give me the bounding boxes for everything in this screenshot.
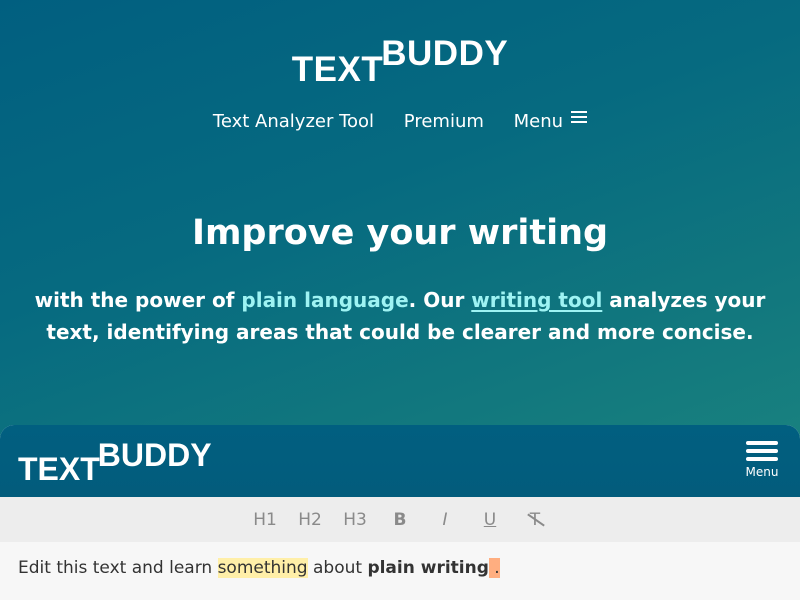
editor-text: about — [307, 558, 368, 578]
site-logo[interactable]: TEXTBUDDY — [0, 34, 800, 89]
format-toolbar: H1 H2 H3 B I U T — [0, 497, 800, 542]
app-logo-buddy: BUDDY — [97, 437, 212, 473]
writing-tool-link[interactable]: writing tool — [471, 288, 602, 312]
heading1-button[interactable]: H1 — [243, 510, 288, 530]
clear-format-button[interactable]: T — [513, 510, 558, 530]
italic-button[interactable]: I — [423, 510, 468, 530]
app-header: TEXTBUDDY Menu — [0, 425, 800, 497]
nav-premium[interactable]: Premium — [404, 111, 484, 132]
hero-sub-text: . Our — [408, 288, 472, 312]
editor-content[interactable]: Edit this text and learn something about… — [0, 542, 800, 594]
hero-sub-text: with the power of — [34, 288, 242, 312]
bold-button[interactable]: B — [378, 510, 423, 530]
flagged-punctuation[interactable]: . — [488, 558, 500, 578]
site-header: TEXTBUDDY Text Analyzer Tool Premium Men… — [0, 0, 800, 160]
hero-subtitle: with the power of plain language. Our wr… — [30, 284, 770, 348]
plain-language-highlight: plain language — [241, 288, 409, 312]
nav-text-analyzer-tool[interactable]: Text Analyzer Tool — [213, 111, 374, 132]
heading3-button[interactable]: H3 — [333, 510, 378, 530]
hero-title: Improve your writing — [191, 213, 609, 253]
app-logo-text: TEXT — [18, 451, 100, 487]
highlighted-word[interactable]: something — [217, 558, 308, 578]
app-logo[interactable]: TEXTBUDDY — [18, 437, 212, 487]
editor-text: Edit this text and learn — [18, 558, 218, 578]
nav-menu-label: Menu — [513, 111, 564, 132]
text-editor-app: TEXTBUDDY Menu H1 H2 H3 B I U T Edit thi… — [0, 425, 800, 600]
app-menu-button[interactable]: Menu — [744, 441, 780, 479]
app-menu-label: Menu — [745, 465, 779, 479]
nav-menu[interactable]: Menu — [513, 108, 588, 132]
underline-button[interactable]: U — [468, 510, 513, 530]
heading2-button[interactable]: H2 — [288, 510, 333, 530]
logo-buddy: BUDDY — [381, 34, 509, 73]
hamburger-icon — [744, 441, 780, 461]
logo-text: TEXT — [291, 50, 384, 89]
main-nav: Text Analyzer Tool Premium Menu — [0, 108, 800, 132]
bold-text: plain writing — [367, 558, 489, 578]
hamburger-icon — [571, 108, 588, 126]
